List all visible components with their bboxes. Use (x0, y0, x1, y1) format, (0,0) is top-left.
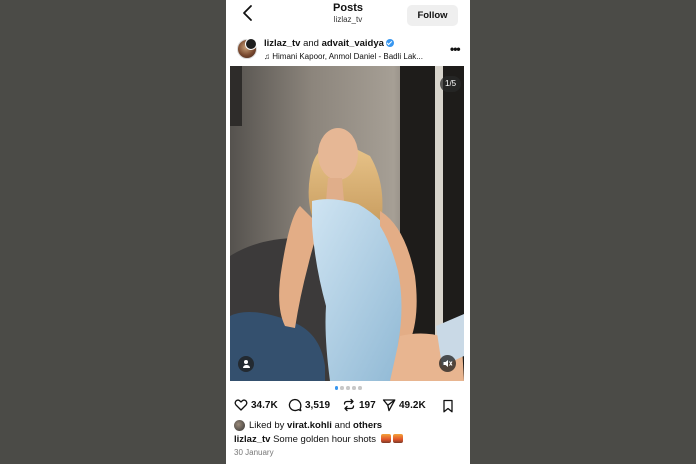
reposts-count: 197 (359, 399, 376, 411)
tagged-people-button[interactable] (238, 356, 254, 372)
follow-button[interactable]: Follow (407, 5, 458, 26)
carousel-dot (346, 386, 350, 390)
collab-username[interactable]: advait_vaidya (322, 38, 384, 49)
comment-button[interactable]: 3,519 (288, 398, 330, 412)
share-button[interactable]: 49.2K (382, 398, 426, 412)
post-authors: lizlaz_tv and advait_vaidya (264, 38, 394, 49)
liked-by-connector: and (331, 420, 354, 431)
repost-icon (343, 398, 355, 412)
slide-counter: 1/5 (440, 76, 462, 92)
save-button[interactable] (441, 399, 455, 416)
carousel-dot (334, 386, 338, 390)
mute-button[interactable] (439, 355, 456, 372)
caption-username[interactable]: lizlaz_tv (234, 434, 270, 445)
carousel-indicator (226, 386, 470, 390)
liker-username[interactable]: virat.kohli (287, 420, 332, 431)
shares-count: 49.2K (399, 399, 426, 411)
liked-by-prefix: Liked by (249, 420, 288, 431)
audio-track-link[interactable]: ♫ Himani Kapoor, Anmol Daniel - Badli La… (264, 52, 444, 61)
likes-others-link[interactable]: others (353, 420, 382, 431)
authors-connector: and (300, 38, 322, 49)
send-icon (382, 399, 396, 412)
repost-button[interactable]: 197 (342, 398, 376, 412)
liked-by-row: Liked by virat.kohli and others (234, 420, 382, 431)
comments-count: 3,519 (305, 399, 331, 411)
instagram-post-screen: Posts lizlaz_tv Follow lizlaz_tv and adv… (226, 0, 470, 464)
post-date: 30 January (234, 448, 274, 457)
comment-icon (288, 398, 302, 412)
liker-avatar[interactable] (234, 420, 245, 431)
sunset-emoji-icon (392, 434, 403, 443)
more-options-button[interactable]: ••• (450, 42, 461, 56)
like-button[interactable]: 34.7K (234, 398, 278, 412)
post-caption: lizlaz_tv Some golden hour shots (234, 434, 403, 445)
author-username[interactable]: lizlaz_tv (264, 38, 300, 49)
carousel-dot (340, 386, 344, 390)
action-bar: 34.7K 3,519 197 49.2K (234, 398, 466, 416)
carousel-dot (358, 386, 362, 390)
top-bar: Posts lizlaz_tv Follow (226, 0, 470, 30)
carousel-dot (352, 386, 356, 390)
verified-badge-icon (385, 39, 394, 47)
speaker-muted-icon (443, 360, 453, 367)
sunset-emoji-icon (380, 434, 391, 443)
collab-avatar[interactable] (245, 38, 257, 50)
liked-by-text: Liked by virat.kohli and others (249, 420, 382, 431)
post-header: lizlaz_tv and advait_vaidya ♫ Himani Kap… (226, 36, 470, 66)
caption-text: Some golden hour shots (270, 434, 379, 445)
heart-icon (234, 399, 248, 411)
post-photo (230, 66, 464, 381)
bookmark-icon (443, 399, 453, 413)
likes-count: 34.7K (251, 399, 278, 411)
post-media[interactable]: 1/5 (230, 66, 464, 381)
